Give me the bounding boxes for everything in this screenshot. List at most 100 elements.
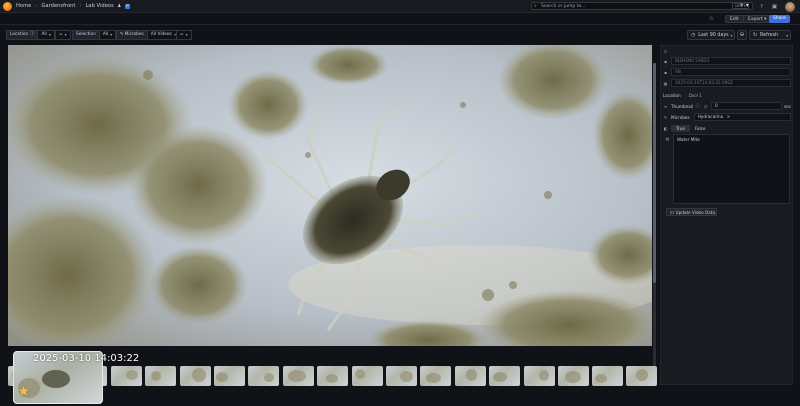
breadcrumb-home[interactable]: Home [16, 3, 31, 9]
true-false-toggle[interactable]: True False [671, 124, 711, 132]
video-data-form: ⚲ ▪ INZH2N0 5A6D3 ▪ SN ▦ 2025-03-10T14:0… [660, 45, 793, 385]
breadcrumb-lab-videos[interactable]: Lab Videos [86, 3, 114, 9]
selection-variable[interactable]: Selection All ▾ [72, 30, 117, 40]
false-option[interactable]: False [690, 125, 711, 132]
star-icon[interactable]: ☆ [707, 15, 716, 23]
true-option[interactable]: True [671, 124, 690, 132]
location-variable-label: Location ⓘ [6, 30, 39, 40]
timestamp-field[interactable]: 2025-03-10T14:03:22.000Z [671, 79, 791, 87]
video-thumbnail[interactable] [524, 366, 555, 386]
notes-textarea[interactable]: Water Mite [673, 134, 790, 204]
info-icon: ⓘ [30, 32, 35, 37]
video-thumbnail[interactable] [248, 366, 279, 386]
location-variable-select[interactable]: All ▾ [38, 30, 55, 40]
people-icon[interactable]: ♟ [117, 4, 122, 9]
selection-variable-select[interactable]: All ▾ [99, 30, 117, 40]
microbes-variable[interactable]: ✎ Microbes All Videos × [116, 30, 182, 40]
field-icon: ▪ [664, 58, 667, 64]
microbes-select[interactable]: Hydracarina × [693, 113, 791, 121]
breadcrumb-separator-icon: › [79, 3, 82, 9]
sn-field[interactable]: SN [671, 68, 791, 76]
microscope-video-frame [8, 45, 652, 346]
selection-variable-label: Selection [72, 30, 100, 40]
top-nav-bar: Home › Gardensfront › Lab Videos ♟ ↗ ⌕ S… [0, 0, 800, 13]
news-icon[interactable]: ▣ [770, 2, 779, 11]
video-thumbnail[interactable] [283, 366, 314, 386]
video-thumbnail[interactable] [145, 366, 176, 386]
refresh-button[interactable]: ↻ Refresh ▾ [749, 30, 791, 40]
video-thumbnail[interactable] [214, 366, 245, 386]
video-player[interactable] [8, 45, 652, 346]
chevron-down-icon: ▾ [64, 32, 67, 37]
lock-icon: ⚲ [664, 48, 667, 54]
sliders-icon: ≡ [663, 103, 668, 109]
update-video-data-button[interactable]: ⊡ Update Video Data [666, 208, 717, 216]
form-row-field2: ▪ SN [663, 68, 791, 76]
refresh-icon: ↻ [753, 32, 758, 38]
form-row-header: ⚲ [663, 47, 791, 55]
video-thumbnail[interactable] [111, 366, 142, 386]
chevron-down-icon: ▾ [185, 32, 188, 37]
search-input[interactable]: ⌕ Search or jump to... ctrl+k [531, 2, 753, 10]
video-thumbnail[interactable] [626, 366, 657, 386]
field-icon: ▪ [664, 69, 667, 75]
add-button[interactable]: + ▾ [739, 2, 749, 9]
toggle-icon: ◧ [663, 125, 668, 131]
export-button[interactable]: Export ▾ [743, 15, 772, 23]
breadcrumb: Home › Gardensfront › Lab Videos ♟ ↗ [16, 3, 130, 9]
form-row-microbes: ✎ Microbes Hydracarina × [663, 113, 791, 121]
equals-operator-select[interactable]: = ▾ [55, 30, 71, 40]
form-row-field1: ▪ INZH2N0 5A6D3 [663, 57, 791, 65]
save-icon: ⊡ [670, 209, 674, 215]
video-thumbnail[interactable] [558, 366, 589, 386]
grafana-logo-icon[interactable] [3, 1, 12, 11]
location-variable[interactable]: Location ⓘ All ▾ [6, 30, 55, 40]
close-icon[interactable]: × [727, 114, 731, 119]
calendar-icon: ▦ [663, 80, 668, 86]
video-thumbnail[interactable] [180, 366, 211, 386]
location-label: Location [663, 92, 681, 98]
zoom-out-button[interactable]: ⊖ [737, 30, 747, 40]
video-thumbnail[interactable] [420, 366, 451, 386]
equals-operator-select-2[interactable]: = ▾ [176, 30, 192, 40]
clock-icon: ◷ [691, 32, 696, 38]
location-value[interactable]: Dool 1 [689, 93, 702, 98]
search-icon: ⌕ [534, 2, 537, 9]
microbes-label: Microbes [671, 114, 690, 120]
video-thumbnail[interactable] [352, 366, 383, 386]
microbes-variable-label: ✎ Microbes [116, 30, 148, 40]
chevron-down-icon: ▾ [110, 32, 113, 37]
breadcrumb-separator-icon: › [35, 3, 38, 9]
video-thumbnail[interactable] [592, 366, 623, 386]
share-button[interactable]: Share [769, 15, 790, 23]
dashboard-toolbar: ☆ Edit Export ▾ Share [0, 13, 800, 25]
panel-scrollbar-thumb[interactable] [653, 63, 656, 283]
hover-timestamp: 2025-03-10 14:03:22 [33, 353, 140, 364]
video-thumbnail[interactable] [489, 366, 520, 386]
video-thumbnail[interactable] [455, 366, 486, 386]
share-mini-icon[interactable]: ↗ [124, 3, 130, 9]
time-range-picker[interactable]: ◷ Last 90 days ▾ [687, 30, 735, 40]
variables-bar: Location ⓘ All ▾ = ▾ Selection All ▾ ✎ Mi… [0, 28, 800, 42]
id-field[interactable]: INZH2N0 5A6D3 [671, 57, 791, 65]
help-icon[interactable]: ? [757, 2, 766, 11]
form-row-field3: ▦ 2025-03-10T14:03:22.000Z [663, 79, 791, 87]
search-placeholder: Search or jump to... [541, 3, 586, 9]
video-thumbnail[interactable] [386, 366, 417, 386]
chevron-down-icon: ▾ [786, 32, 789, 38]
avatar[interactable] [785, 2, 795, 12]
chevron-down-icon: ▾ [730, 32, 733, 38]
notes-icon: ▤ [665, 136, 670, 141]
microbes-operator[interactable]: = ▾ [176, 30, 192, 40]
thumbnail-unit: sec [783, 103, 791, 109]
video-thumbnail[interactable] [317, 366, 348, 386]
edit-button[interactable]: Edit [725, 15, 744, 23]
star-icon[interactable]: ★ [17, 382, 30, 400]
location-operator[interactable]: = ▾ [55, 30, 71, 40]
microbes-tag: Hydracarina [697, 114, 724, 119]
thumbnail-input[interactable]: 0 [711, 102, 782, 110]
thumbnail-label: Thumbnail [671, 103, 694, 109]
pencil-icon: ✎ [663, 114, 668, 120]
breadcrumb-dashboards[interactable]: Gardensfront [41, 3, 75, 9]
chevron-down-icon: ▾ [48, 32, 51, 37]
